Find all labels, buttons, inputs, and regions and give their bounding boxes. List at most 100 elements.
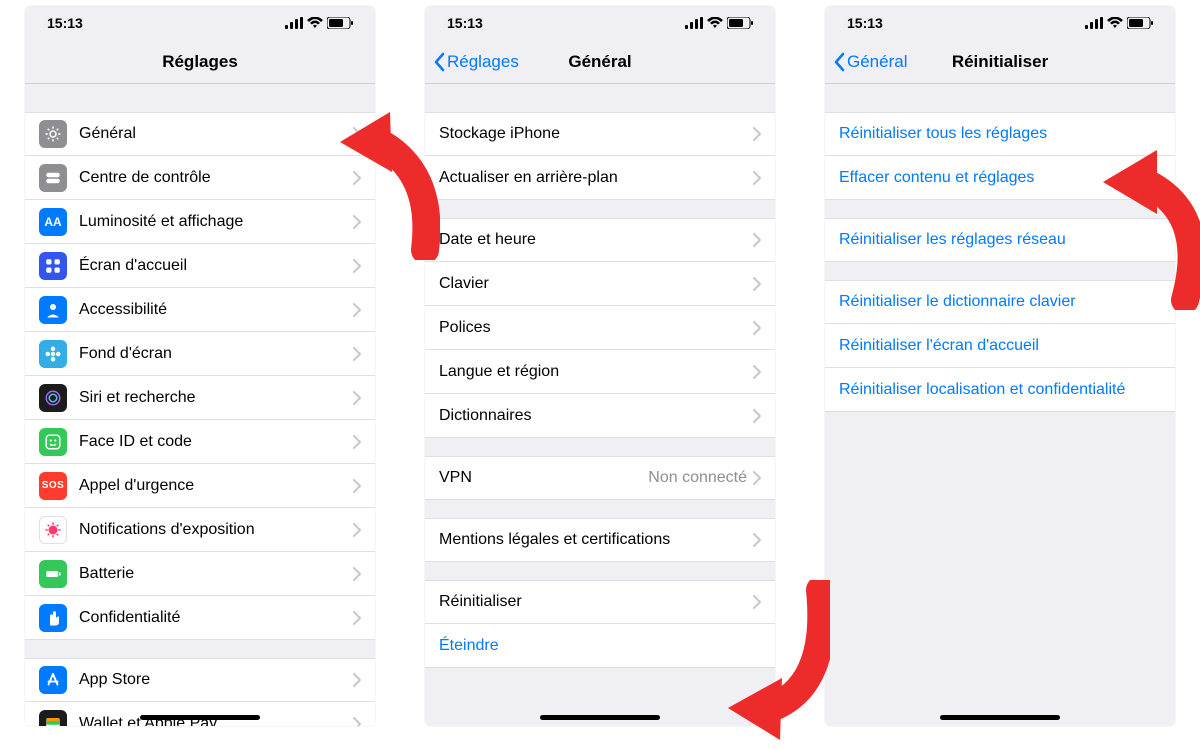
chevron-right-icon: [753, 277, 761, 291]
face-icon: [39, 428, 67, 456]
battery-icon: [1127, 17, 1153, 29]
list-item-label: Notifications d'exposition: [79, 521, 353, 539]
home-indicator[interactable]: [540, 715, 660, 720]
group-gap: [425, 438, 775, 456]
group-gap: [25, 640, 375, 658]
settings-list[interactable]: GénéralCentre de contrôleAALuminosité et…: [25, 84, 375, 726]
list-item[interactable]: Clavier: [425, 262, 775, 306]
list-item-label: Éteindre: [439, 637, 761, 655]
status-bar: 15:13: [825, 6, 1175, 40]
list-item-label: Clavier: [439, 275, 753, 293]
wifi-icon: [1107, 17, 1123, 29]
signal-icon: [285, 17, 303, 29]
back-button[interactable]: Général: [825, 52, 907, 72]
group-gap: [425, 500, 775, 518]
reset-list[interactable]: Réinitialiser tous les réglages Effacer c…: [825, 84, 1175, 726]
chevron-right-icon: [353, 479, 361, 493]
list-item-label: Réinitialiser les réglages réseau: [839, 231, 1161, 249]
list-item-label: Effacer contenu et réglages: [839, 169, 1161, 187]
siri-icon: [39, 384, 67, 412]
general-list[interactable]: Stockage iPhoneActualiser en arrière-pla…: [425, 84, 775, 726]
list-item-label: Face ID et code: [79, 433, 353, 451]
chevron-right-icon: [753, 533, 761, 547]
chevron-right-icon: [753, 365, 761, 379]
list-item[interactable]: Polices: [425, 306, 775, 350]
group-gap: [825, 200, 1175, 218]
signal-icon: [685, 17, 703, 29]
list-item[interactable]: Actualiser en arrière-plan: [425, 156, 775, 200]
list-item-label: Batterie: [79, 565, 353, 583]
list-item[interactable]: Réinitialiser les réglages réseau: [825, 218, 1175, 262]
list-item[interactable]: Face ID et code: [25, 420, 375, 464]
chevron-right-icon: [753, 409, 761, 423]
list-item-label: Dictionnaires: [439, 407, 753, 425]
chevron-right-icon: [353, 303, 361, 317]
list-item[interactable]: AALuminosité et affichage: [25, 200, 375, 244]
list-item[interactable]: Siri et recherche: [25, 376, 375, 420]
home-indicator[interactable]: [940, 715, 1060, 720]
phone-reset: 15:13 Général Réinitialiser Réinitialise…: [825, 6, 1175, 726]
list-item[interactable]: Stockage iPhone: [425, 112, 775, 156]
back-label: Réglages: [447, 52, 519, 72]
phone-general: 15:13 Réglages Général Stockage iPhoneAc…: [425, 6, 775, 726]
list-item[interactable]: Wallet et Apple Pay: [25, 702, 375, 726]
list-item[interactable]: Notifications d'exposition: [25, 508, 375, 552]
battery-icon: [727, 17, 753, 29]
list-item-label: Fond d'écran: [79, 345, 353, 363]
list-group: Réinitialiser les réglages réseau: [825, 218, 1175, 262]
list-item[interactable]: Réinitialiser localisation et confidenti…: [825, 368, 1175, 412]
chevron-right-icon: [753, 127, 761, 141]
back-label: Général: [847, 52, 907, 72]
list-item-label: Siri et recherche: [79, 389, 353, 407]
list-group: GénéralCentre de contrôleAALuminosité et…: [25, 112, 375, 640]
list-item-label: Réinitialiser localisation et confidenti…: [839, 381, 1161, 399]
list-item[interactable]: Réinitialiser le dictionnaire clavier: [825, 280, 1175, 324]
group-gap: [825, 262, 1175, 280]
list-item[interactable]: Langue et région: [425, 350, 775, 394]
group-gap: [425, 84, 775, 112]
list-item[interactable]: VPNNon connecté: [425, 456, 775, 500]
page-title: Réglages: [25, 52, 375, 72]
list-item[interactable]: Dictionnaires: [425, 394, 775, 438]
list-item[interactable]: SOSAppel d'urgence: [25, 464, 375, 508]
home-indicator[interactable]: [140, 715, 260, 720]
list-item-label: App Store: [79, 671, 353, 689]
gear-icon: [39, 120, 67, 148]
list-group: Stockage iPhoneActualiser en arrière-pla…: [425, 112, 775, 200]
list-item-label: Réinitialiser le dictionnaire clavier: [839, 293, 1161, 311]
list-item[interactable]: Mentions légales et certifications: [425, 518, 775, 562]
list-item[interactable]: Fond d'écran: [25, 332, 375, 376]
group-gap: [425, 562, 775, 580]
status-indicators: [685, 17, 753, 29]
chevron-right-icon: [353, 611, 361, 625]
list-item[interactable]: Effacer contenu et réglages: [825, 156, 1175, 200]
list-item[interactable]: Centre de contrôle: [25, 156, 375, 200]
list-item[interactable]: Réinitialiser: [425, 580, 775, 624]
status-time: 15:13: [447, 15, 483, 31]
nav-bar: Général Réinitialiser: [825, 40, 1175, 84]
list-group: Mentions légales et certifications: [425, 518, 775, 562]
signal-icon: [1085, 17, 1103, 29]
list-item-label: Réinitialiser tous les réglages: [839, 125, 1161, 143]
list-item-label: Réinitialiser l'écran d'accueil: [839, 337, 1161, 355]
list-item[interactable]: Accessibilité: [25, 288, 375, 332]
list-item[interactable]: Écran d'accueil: [25, 244, 375, 288]
chevron-right-icon: [353, 567, 361, 581]
list-item-label: Appel d'urgence: [79, 477, 353, 495]
list-item[interactable]: Batterie: [25, 552, 375, 596]
battery-icon: [327, 17, 353, 29]
back-button[interactable]: Réglages: [425, 52, 519, 72]
list-item[interactable]: Éteindre: [425, 624, 775, 668]
list-item[interactable]: App Store: [25, 658, 375, 702]
chevron-right-icon: [753, 171, 761, 185]
list-item[interactable]: Confidentialité: [25, 596, 375, 640]
group-gap: [425, 200, 775, 218]
list-item[interactable]: Réinitialiser tous les réglages: [825, 112, 1175, 156]
list-item[interactable]: Date et heure: [425, 218, 775, 262]
list-item-label: Langue et région: [439, 363, 753, 381]
list-item[interactable]: Général: [25, 112, 375, 156]
list-item[interactable]: Réinitialiser l'écran d'accueil: [825, 324, 1175, 368]
phone-settings-root: 15:13 Réglages GénéralCentre de contrôle…: [25, 6, 375, 726]
chevron-right-icon: [353, 347, 361, 361]
chevron-right-icon: [753, 233, 761, 247]
